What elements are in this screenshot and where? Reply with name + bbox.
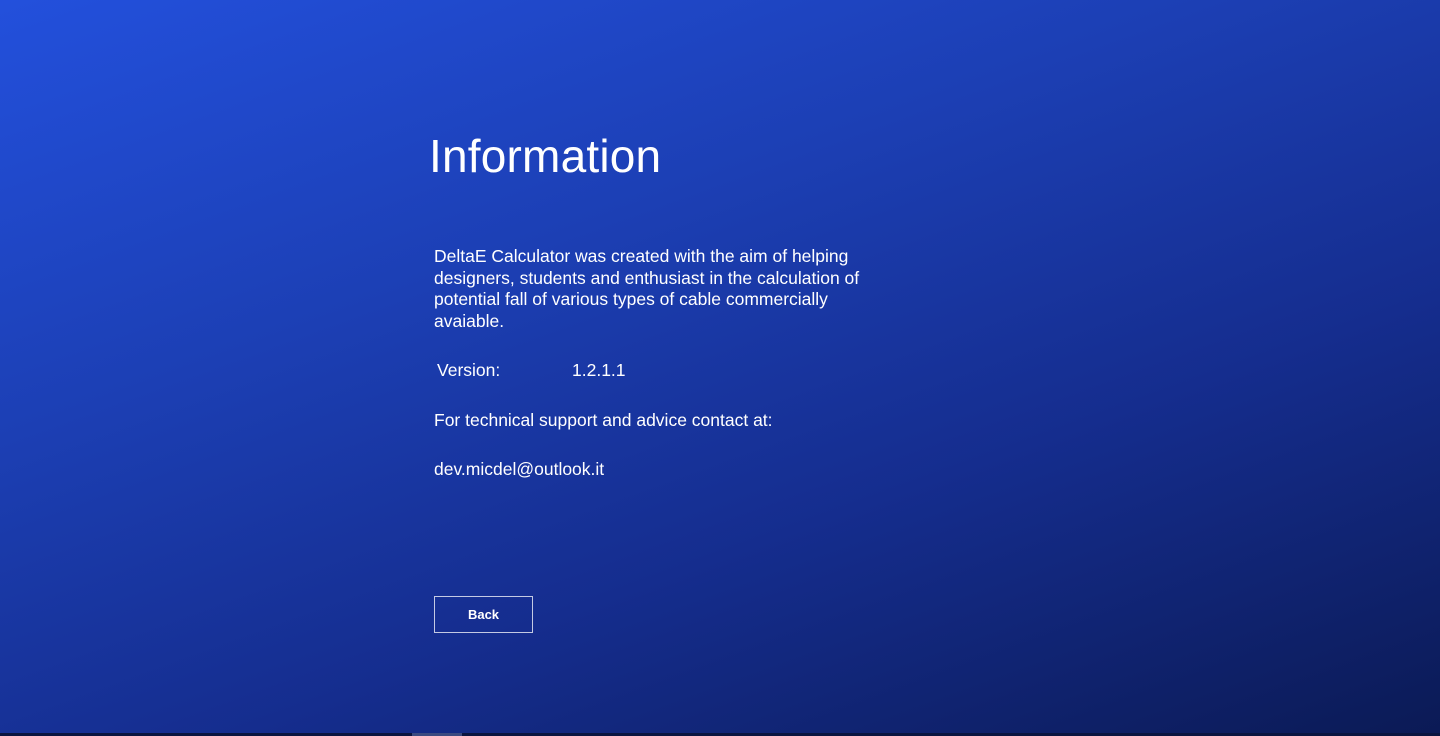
- support-text: For technical support and advice contact…: [434, 410, 773, 430]
- page-title: Information: [429, 130, 662, 182]
- version-value: 1.2.1.1: [572, 360, 626, 380]
- back-button[interactable]: Back: [434, 596, 533, 633]
- version-label: Version:: [437, 360, 501, 380]
- support-email: dev.micdel@outlook.it: [434, 459, 605, 479]
- app-description: DeltaE Calculator was created with the a…: [434, 246, 860, 331]
